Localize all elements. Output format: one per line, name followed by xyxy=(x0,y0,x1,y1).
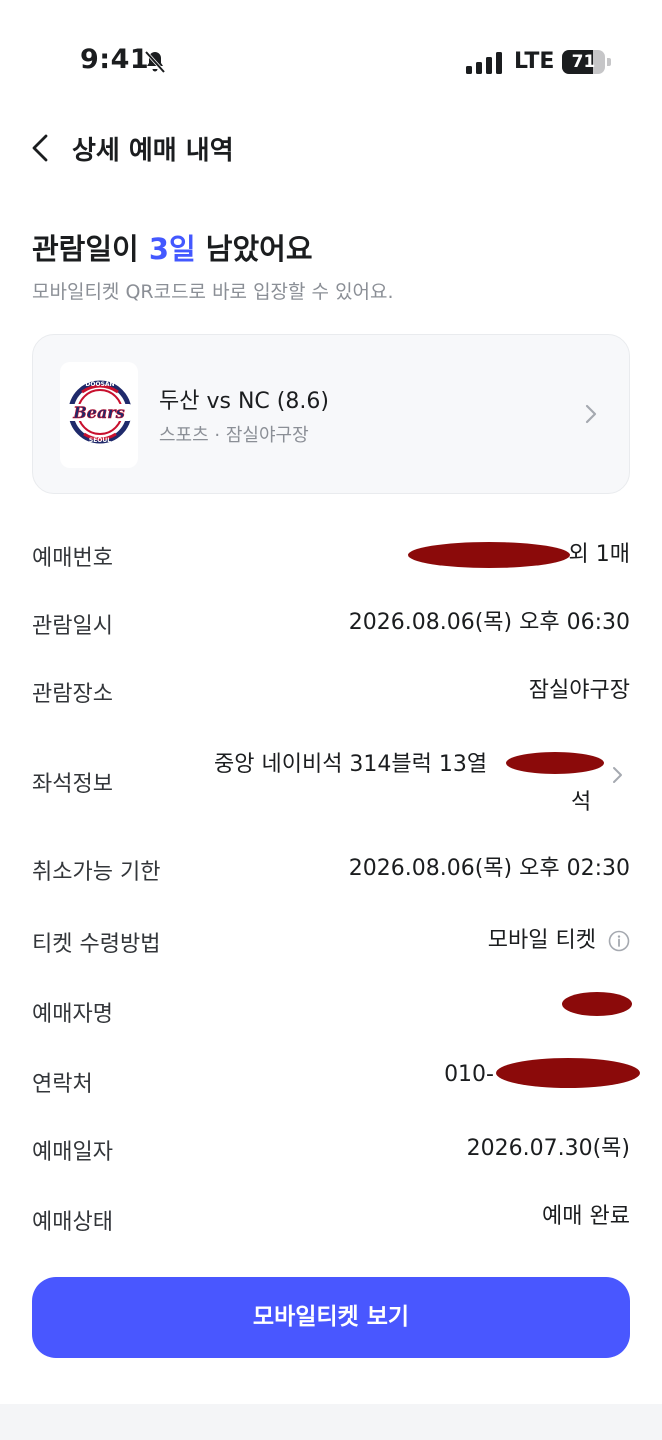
network-type: LTE xyxy=(514,49,555,74)
battery-percent: 71 xyxy=(571,52,596,72)
event-card[interactable]: DOOSAN Bears SEOUL 두산 vs NC (8.6) 스포츠 · … xyxy=(32,334,630,494)
info-icon[interactable] xyxy=(608,930,630,952)
cancel-deadline-label: 취소가능 기한 xyxy=(32,860,161,885)
view-mobile-ticket-button[interactable]: 모바일티켓 보기 xyxy=(32,1277,630,1358)
svg-text:SEOUL: SEOUL xyxy=(89,437,111,444)
days-remaining-count: 3일 xyxy=(148,232,196,266)
booking-status-value: 예매 완료 xyxy=(542,1204,630,1229)
info-row-venue: 관람장소 잠실야구장 xyxy=(32,672,630,712)
booking-status-label: 예매상태 xyxy=(32,1210,113,1235)
booking-date-label: 예매일자 xyxy=(32,1140,113,1165)
redaction-mark xyxy=(506,752,604,774)
bell-muted-icon xyxy=(144,50,166,74)
ticket-method-value: 모바일 티켓 xyxy=(488,922,630,954)
redaction-mark xyxy=(496,1058,640,1088)
info-row-booking-date: 예매일자 2026.07.30(목) xyxy=(32,1130,630,1170)
bears-logo-icon: DOOSAN Bears SEOUL xyxy=(66,380,132,444)
info-row-cancel-deadline: 취소가능 기한 2026.08.06(목) 오후 02:30 xyxy=(32,850,630,890)
chevron-left-icon xyxy=(32,134,48,162)
svg-text:DOOSAN: DOOSAN xyxy=(85,381,114,388)
nav-header: 상세 예매 내역 xyxy=(0,120,662,176)
event-subtitle: 스포츠 · 잠실야구장 xyxy=(159,425,309,446)
ticket-method-text: 모바일 티켓 xyxy=(487,928,596,953)
booking-date-value: 2026.07.30(목) xyxy=(466,1136,630,1161)
booking-number-value: 외 1매 xyxy=(568,542,630,567)
info-row-booking-status: 예매상태 예매 완료 xyxy=(32,1200,630,1240)
chevron-right-icon xyxy=(613,767,622,783)
info-row-booker-name: 예매자명 xyxy=(32,992,632,1032)
contact-label: 연락처 xyxy=(32,1072,93,1097)
redaction-mark xyxy=(562,992,632,1016)
venue-label: 관람장소 xyxy=(32,682,113,707)
info-row-booking-number: 예매번호 외 1매 xyxy=(32,536,630,576)
cellular-signal-icon xyxy=(466,52,502,74)
info-row-ticket-method: 티켓 수령방법 모바일 티켓 xyxy=(32,922,630,962)
booker-name-label: 예매자명 xyxy=(32,1002,113,1027)
info-row-seat[interactable]: 좌석정보 중앙 네이비석 314블럭 13열 석 xyxy=(32,746,630,822)
team-logo: DOOSAN Bears SEOUL xyxy=(60,362,138,468)
ticket-method-label: 티켓 수령방법 xyxy=(32,932,161,957)
qr-entry-notice: 모바일티켓 QR코드로 바로 입장할 수 있어요. xyxy=(32,281,394,303)
seat-value-line1: 중앙 네이비석 314블럭 13열 xyxy=(214,752,488,777)
viewing-datetime-value: 2026.08.06(목) 오후 06:30 xyxy=(348,610,630,635)
chevron-right-icon xyxy=(585,404,597,424)
event-title: 두산 vs NC (8.6) xyxy=(159,389,329,414)
page-title: 상세 예매 내역 xyxy=(72,136,234,166)
battery-icon: 71 xyxy=(562,50,611,74)
contact-value: 010- xyxy=(444,1062,494,1087)
seat-label: 좌석정보 xyxy=(32,772,113,797)
redaction-mark xyxy=(408,542,570,568)
viewing-datetime-label: 관람일시 xyxy=(32,614,113,639)
back-button[interactable] xyxy=(24,126,64,170)
seat-value-line2: 석 xyxy=(571,790,592,815)
venue-value: 잠실야구장 xyxy=(528,678,630,703)
cancel-deadline-value: 2026.08.06(목) 오후 02:30 xyxy=(348,856,630,881)
status-bar: 9:41 LTE 71 xyxy=(0,0,662,120)
status-time: 9:41 xyxy=(80,44,150,75)
bottom-divider xyxy=(0,1404,662,1440)
days-remaining-headline: 관람일이 3일 남았어요 xyxy=(32,232,313,266)
svg-text:Bears: Bears xyxy=(72,403,125,422)
booking-number-label: 예매번호 xyxy=(32,546,113,571)
info-row-viewing-datetime: 관람일시 2026.08.06(목) 오후 06:30 xyxy=(32,604,630,644)
info-row-contact: 연락처 010- xyxy=(32,1058,640,1102)
